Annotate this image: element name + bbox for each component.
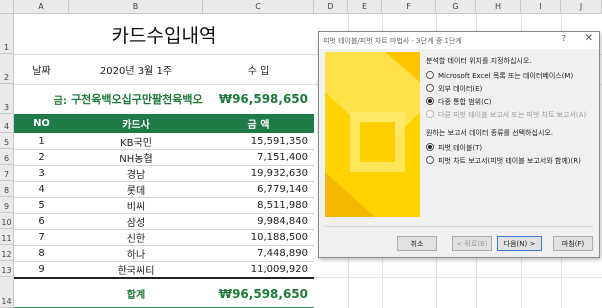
- table-row-card[interactable]: KB국민: [69, 133, 203, 149]
- radio-pivot-table-label[interactable]: 피벗 테이블(T): [438, 143, 482, 153]
- table-row-no[interactable]: 9: [14, 261, 69, 277]
- table-row-card[interactable]: 한국씨티: [69, 261, 203, 277]
- row-header-1[interactable]: 1: [0, 14, 14, 54]
- back-button: < 뒤로(B): [452, 236, 492, 251]
- amount-total[interactable]: ₩96,598,650: [203, 84, 314, 114]
- table-row-no[interactable]: 2: [14, 149, 69, 165]
- column-header-j[interactable]: J: [561, 0, 602, 14]
- row-header-2[interactable]: 2: [0, 54, 14, 84]
- income-label[interactable]: 수 입: [203, 54, 314, 84]
- header-amount[interactable]: 금 액: [203, 114, 314, 133]
- radio-multiple-consolidation-label[interactable]: 다중 통합 범위(C): [438, 97, 491, 107]
- radio-pivot-chart[interactable]: [426, 156, 434, 164]
- row-header-12[interactable]: 12: [0, 245, 14, 261]
- report-type-section-label: 원하는 보고서 데이터 종류를 선택하십시오.: [426, 129, 554, 137]
- column-header-d[interactable]: D: [314, 0, 348, 14]
- row-header-8[interactable]: 8: [0, 181, 14, 197]
- report-title: 카드수입내역: [111, 24, 217, 47]
- wizard-illustration: [325, 52, 420, 217]
- source-section-label: 분석할 데이터 위치를 지정하십시오.: [426, 57, 532, 65]
- radio-multiple-consolidation[interactable]: [426, 97, 434, 105]
- column-header-b[interactable]: B: [69, 0, 203, 14]
- close-icon[interactable]: ✕: [585, 33, 593, 44]
- radio-external-data[interactable]: [426, 84, 434, 92]
- table-row-no[interactable]: 3: [14, 165, 69, 181]
- column-header-c[interactable]: C: [203, 0, 314, 14]
- header-card-company[interactable]: 카드사: [69, 114, 203, 133]
- header-no[interactable]: NO: [14, 114, 69, 133]
- radio-pivot-chart-label[interactable]: 피벗 차트 보고서(피벗 테이블 보고서와 함께)(R): [438, 156, 581, 166]
- amount-prefix[interactable]: 금:: [14, 84, 69, 114]
- help-icon[interactable]: ?: [562, 34, 566, 43]
- table-row-amount[interactable]: 9,984,840: [203, 213, 314, 229]
- date-value[interactable]: 2020년 3월 1주: [69, 54, 203, 84]
- table-row-amount[interactable]: 7,448,890: [203, 245, 314, 261]
- pivot-wizard-dialog: 피벗 테이블/피벗 차트 마법사 - 3단계 중 1단계 ? ✕ 분석할 데이터…: [318, 31, 600, 258]
- row-header-7[interactable]: 7: [0, 165, 14, 181]
- column-header-i[interactable]: I: [521, 0, 561, 14]
- table-row-card[interactable]: 비씨: [69, 197, 203, 213]
- cancel-button[interactable]: 취소: [397, 236, 437, 251]
- dialog-title-bar[interactable]: 피벗 테이블/피벗 차트 마법사 - 3단계 중 1단계: [319, 32, 599, 49]
- table-row-no[interactable]: 8: [14, 245, 69, 261]
- table-row-no[interactable]: 5: [14, 197, 69, 213]
- column-header-h[interactable]: H: [476, 0, 521, 14]
- table-row-no[interactable]: 1: [14, 133, 69, 149]
- table-row-card[interactable]: NH농협: [69, 149, 203, 165]
- table-row-card[interactable]: 신한: [69, 229, 203, 245]
- row-header-3[interactable]: 3: [0, 84, 14, 114]
- row-header-4[interactable]: 4: [0, 114, 14, 133]
- column-header-e[interactable]: E: [348, 0, 382, 14]
- table-row-amount[interactable]: 8,511,980: [203, 197, 314, 213]
- dialog-title: 피벗 테이블/피벗 차트 마법사 - 3단계 중 1단계: [323, 36, 462, 45]
- next-button[interactable]: 다음(N) >: [497, 236, 542, 251]
- table-row-amount[interactable]: 6,779,140: [203, 181, 314, 197]
- column-header-g[interactable]: G: [436, 0, 476, 14]
- table-row-no[interactable]: 4: [14, 181, 69, 197]
- amount-korean[interactable]: 구천육백오십구만팔천육백오십: [71, 84, 203, 114]
- finish-button[interactable]: 마침(F): [553, 236, 593, 251]
- radio-excel-list-label[interactable]: Microsoft Excel 목록 또는 데이터베이스(M): [438, 71, 573, 81]
- dialog-separator: [325, 226, 593, 227]
- date-label[interactable]: 날짜: [14, 54, 69, 84]
- column-header-f[interactable]: F: [382, 0, 436, 14]
- select-all-corner[interactable]: [0, 0, 14, 14]
- row-header-9[interactable]: 9: [0, 197, 14, 213]
- table-row-amount[interactable]: 15,591,350: [203, 133, 314, 149]
- table-row-no[interactable]: 6: [14, 213, 69, 229]
- row-header-14[interactable]: 14: [0, 277, 14, 308]
- row-header-13[interactable]: 13: [0, 261, 14, 277]
- table-row-card[interactable]: 경남: [69, 165, 203, 181]
- row-header-5[interactable]: 5: [0, 133, 14, 149]
- row-header-10[interactable]: 10: [0, 213, 14, 229]
- radio-other-pivot: [426, 110, 434, 118]
- radio-pivot-table[interactable]: [426, 143, 434, 151]
- column-header-a[interactable]: A: [14, 0, 69, 14]
- table-row-card[interactable]: 하나: [69, 245, 203, 261]
- table-row-amount[interactable]: 10,188,500: [203, 229, 314, 245]
- table-row-amount[interactable]: 11,009,920: [203, 261, 314, 277]
- total-label[interactable]: 합계: [69, 279, 203, 308]
- table-row-no[interactable]: 7: [14, 229, 69, 245]
- radio-external-data-label[interactable]: 외부 데이터(E): [438, 84, 482, 94]
- row-header-6[interactable]: 6: [0, 149, 14, 165]
- total-value[interactable]: ₩96,598,650: [203, 279, 314, 308]
- radio-excel-list[interactable]: [426, 71, 434, 79]
- table-row-card[interactable]: 삼성: [69, 213, 203, 229]
- radio-other-pivot-label: 다른 피벗 테이블 보고서 또는 피벗 차트 보고서(A): [438, 111, 587, 119]
- row-header-11[interactable]: 11: [0, 229, 14, 245]
- table-row-amount[interactable]: 7,151,400: [203, 149, 314, 165]
- table-row-card[interactable]: 롯데: [69, 181, 203, 197]
- table-row-amount[interactable]: 19,932,630: [203, 165, 314, 181]
